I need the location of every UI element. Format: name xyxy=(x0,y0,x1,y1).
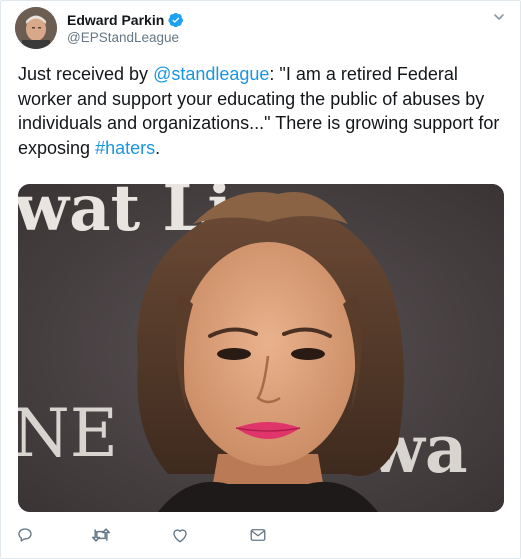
author-handle[interactable]: @EPStandLeague xyxy=(67,30,179,45)
avatar[interactable] xyxy=(15,7,57,49)
backdrop-text-left: NE xyxy=(18,395,118,472)
verified-badge-icon xyxy=(168,12,184,28)
tweet-card[interactable]: Edward Parkin @EPStandLeague Just receiv… xyxy=(0,0,521,559)
like-icon[interactable] xyxy=(170,525,190,545)
share-icon[interactable] xyxy=(248,525,268,545)
tweet-text-part: Just received by xyxy=(18,64,154,84)
tweet-actions xyxy=(1,525,521,549)
tweet-photo[interactable]: wat Line NE wa xyxy=(18,184,504,512)
author-name[interactable]: Edward Parkin xyxy=(67,12,164,28)
hashtag-link[interactable]: #haters xyxy=(95,138,155,158)
author-name-row[interactable]: Edward Parkin xyxy=(67,12,184,28)
reply-icon[interactable] xyxy=(15,525,35,545)
tweet-text-part: . xyxy=(155,137,161,158)
mention-link[interactable]: @standleague xyxy=(153,64,269,84)
tweet-text: Just received by @standleague: "I am a r… xyxy=(18,62,508,160)
chevron-down-icon[interactable] xyxy=(492,10,506,24)
retweet-icon[interactable] xyxy=(91,525,111,545)
